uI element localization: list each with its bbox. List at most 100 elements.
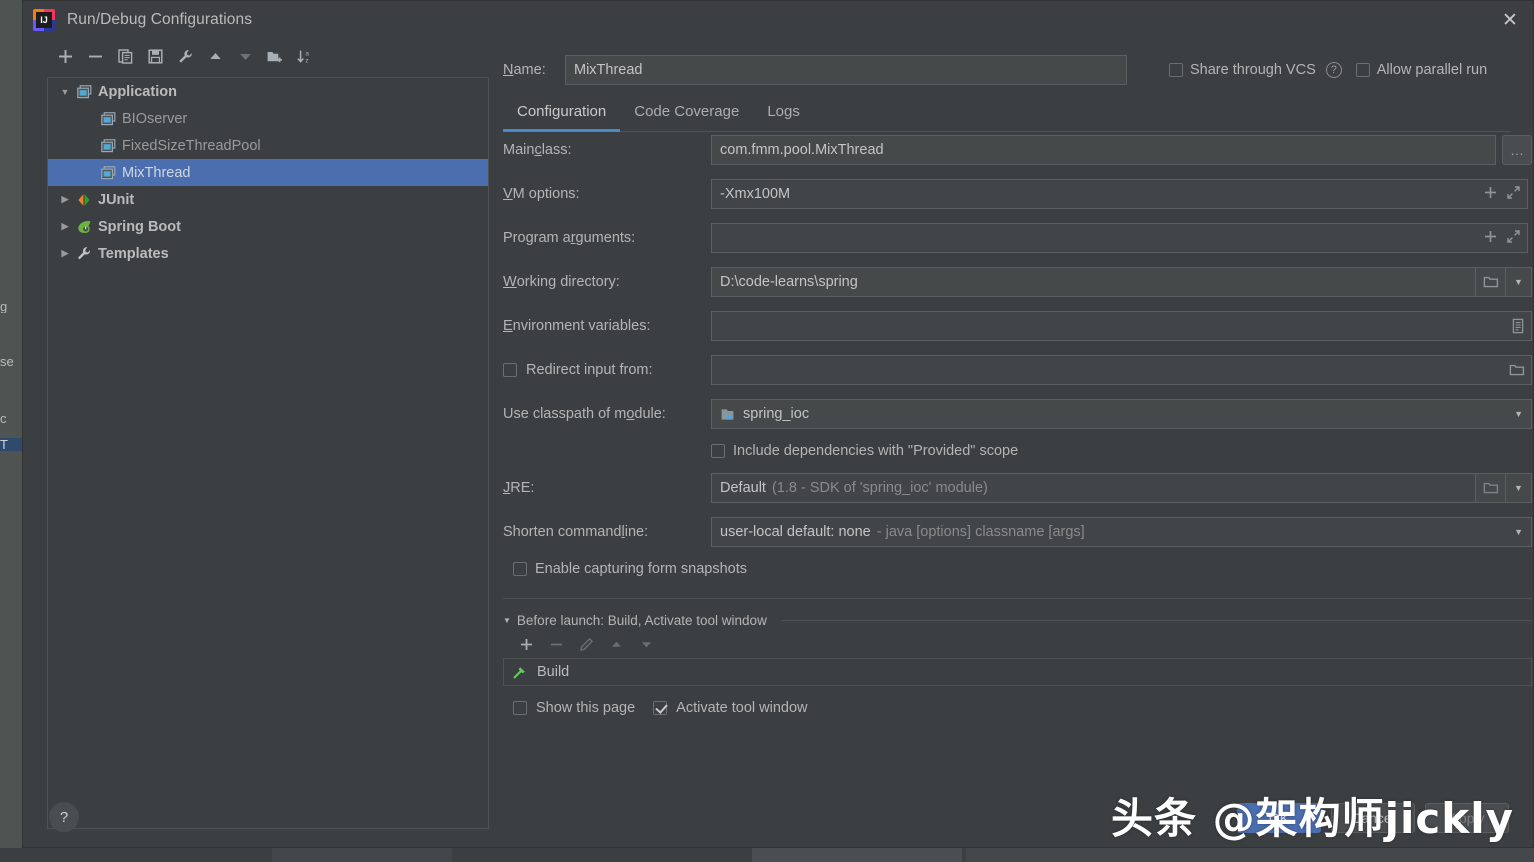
- classpath-module-chevron-down-icon[interactable]: ▼: [1514, 409, 1523, 419]
- classpath-module-row: Use classpath of m o dule: spring_ioc ▼: [503, 399, 1532, 429]
- remove-configuration-button[interactable]: [81, 44, 109, 68]
- redirect-input-label-text: Redirect input from:: [526, 362, 653, 378]
- shorten-command-line-chevron-down-icon[interactable]: ▼: [1514, 527, 1523, 537]
- working-directory-chevron-down-icon[interactable]: ▼: [1506, 267, 1532, 297]
- program-arguments-expand-icon[interactable]: [1506, 229, 1521, 248]
- shorten-command-line-combo[interactable]: user-local default: none - java [options…: [711, 517, 1532, 547]
- chevron-right-icon[interactable]: ▶: [56, 221, 74, 232]
- configuration-editor-panel: Name: MixThread Share through VCS ? Allo…: [489, 39, 1533, 847]
- redirect-input-folder-icon[interactable]: [1509, 356, 1525, 384]
- application-icon: [98, 165, 118, 180]
- tree-node-label: Spring Boot: [98, 218, 181, 235]
- jre-row: J RE: Default (1.8 - SDK of 'spring_ioc' …: [503, 473, 1532, 503]
- vm-options-macro-icon[interactable]: [1483, 185, 1498, 204]
- vm-options-value: -Xmx100M: [720, 186, 791, 202]
- tree-node-application[interactable]: ▼ Application: [48, 78, 488, 105]
- main-class-browse-button[interactable]: …: [1502, 135, 1532, 165]
- before-launch-header[interactable]: ▼ Before launch: Build, Activate tool wi…: [503, 613, 1532, 628]
- vm-options-input[interactable]: -Xmx100M: [711, 179, 1528, 209]
- show-this-page-option[interactable]: Show this page: [513, 700, 635, 716]
- help-button[interactable]: ?: [49, 802, 79, 832]
- main-class-input[interactable]: com.fmm.pool.MixThread: [711, 135, 1496, 165]
- move-down-button[interactable]: [231, 44, 259, 68]
- enable-form-snapshots-option[interactable]: Enable capturing form snapshots: [513, 561, 1532, 577]
- vm-options-label: VM options:: [503, 186, 580, 202]
- allow-parallel-run-option[interactable]: Allow parallel run: [1355, 62, 1487, 78]
- svg-text:a: a: [305, 50, 309, 57]
- share-help-icon[interactable]: ?: [1325, 62, 1342, 78]
- close-icon[interactable]: ✕: [1487, 1, 1533, 39]
- activate-tool-window-option[interactable]: Activate tool window: [653, 700, 808, 716]
- module-icon: [720, 407, 735, 422]
- allow-parallel-run-checkbox[interactable]: [1355, 63, 1370, 77]
- ok-button[interactable]: OK: [1237, 803, 1321, 833]
- program-arguments-icons: [1483, 224, 1521, 252]
- environment-variables-input[interactable]: [711, 311, 1532, 341]
- background-text-fragment: T: [0, 438, 22, 451]
- edit-task-button[interactable]: [573, 633, 599, 655]
- tab-logs[interactable]: Logs: [753, 95, 814, 129]
- add-configuration-button[interactable]: [51, 44, 79, 68]
- tree-node-templates[interactable]: ▶ Templates: [48, 240, 488, 267]
- program-arguments-macro-icon[interactable]: [1483, 229, 1498, 248]
- tree-node-bioserver[interactable]: BIOserver: [48, 105, 488, 132]
- status-seg-4: [752, 848, 962, 862]
- remove-task-button[interactable]: [543, 633, 569, 655]
- cancel-button[interactable]: Cancel: [1331, 803, 1415, 833]
- share-through-vcs-checkbox[interactable]: [1169, 63, 1183, 77]
- dialog-titlebar: IJ Run/Debug Configurations ✕: [23, 1, 1533, 39]
- redirect-input-field[interactable]: [711, 355, 1532, 385]
- tree-node-junit[interactable]: ▶ JUnit: [48, 186, 488, 213]
- move-task-down-button[interactable]: [633, 633, 659, 655]
- program-arguments-input[interactable]: [711, 223, 1528, 253]
- jre-combo[interactable]: Default (1.8 - SDK of 'spring_ioc' modul…: [711, 473, 1476, 503]
- edit-templates-button[interactable]: [171, 44, 199, 68]
- configurations-panel: a z ▼ Application BIOserver FixedSizeThr…: [23, 39, 489, 847]
- working-directory-folder-icon[interactable]: [1476, 267, 1506, 297]
- redirect-input-label[interactable]: Redirect input from:: [503, 362, 711, 378]
- copy-configuration-button[interactable]: [111, 44, 139, 68]
- tab-code-coverage[interactable]: Code Coverage: [620, 95, 753, 129]
- main-class-row: Main c lass: com.fmm.pool.MixThread …: [503, 135, 1532, 165]
- name-input[interactable]: MixThread: [565, 55, 1127, 85]
- classpath-module-value: spring_ioc: [743, 406, 810, 422]
- new-folder-button[interactable]: [261, 44, 289, 68]
- apply-button[interactable]: Apply: [1425, 803, 1509, 833]
- redirect-input-checkbox[interactable]: [503, 363, 517, 377]
- tree-node-fixedsizethreadpool[interactable]: FixedSizeThreadPool: [48, 132, 488, 159]
- classpath-module-combo[interactable]: spring_ioc ▼: [711, 399, 1532, 429]
- jre-chevron-down-icon[interactable]: ▼: [1506, 473, 1532, 503]
- enable-form-snapshots-checkbox[interactable]: [513, 562, 527, 576]
- sort-az-button[interactable]: a z: [291, 44, 319, 68]
- tab-configuration[interactable]: Configuration: [503, 95, 621, 132]
- activate-tool-window-checkbox[interactable]: [653, 701, 668, 715]
- working-directory-input[interactable]: D:\code-learns\spring: [711, 267, 1476, 297]
- tree-node-mixthread[interactable]: MixThread: [48, 159, 488, 186]
- include-provided-option[interactable]: Include dependencies with "Provided" sco…: [711, 443, 1532, 459]
- tree-node-spring-boot[interactable]: ▶ Spring Boot: [48, 213, 488, 240]
- application-icon: [98, 138, 118, 153]
- move-task-up-button[interactable]: [603, 633, 629, 655]
- name-label: Name:: [503, 62, 546, 78]
- configurations-tree[interactable]: ▼ Application BIOserver FixedSizeThreadP…: [47, 77, 489, 829]
- vm-options-expand-icon[interactable]: [1506, 185, 1521, 204]
- show-this-page-checkbox[interactable]: [513, 701, 527, 715]
- run-debug-configurations-dialog: IJ Run/Debug Configurations ✕ a z ▼ Appl…: [22, 0, 1534, 848]
- tree-node-label: MixThread: [122, 164, 191, 181]
- before-launch-collapse-icon[interactable]: ▼: [503, 616, 511, 625]
- environment-variables-list-icon[interactable]: [1511, 312, 1525, 340]
- before-launch-task-list[interactable]: Build: [503, 658, 1532, 686]
- jre-folder-icon[interactable]: [1476, 473, 1506, 503]
- share-through-vcs-option[interactable]: Share through VCS: [1169, 62, 1316, 78]
- move-up-button[interactable]: [201, 44, 229, 68]
- chevron-right-icon[interactable]: ▶: [56, 194, 74, 205]
- add-task-button[interactable]: [513, 633, 539, 655]
- dialog-title: Run/Debug Configurations: [67, 11, 253, 28]
- before-launch-toolbar: [503, 628, 1532, 658]
- save-configuration-button[interactable]: [141, 44, 169, 68]
- chevron-down-icon[interactable]: ▼: [56, 87, 74, 97]
- chevron-right-icon[interactable]: ▶: [56, 248, 74, 259]
- name-row: Name: MixThread Share through VCS ? Allo…: [503, 39, 1533, 89]
- include-provided-checkbox[interactable]: [711, 444, 725, 458]
- shorten-command-line-detail: - java [options] classname [args]: [876, 524, 1085, 540]
